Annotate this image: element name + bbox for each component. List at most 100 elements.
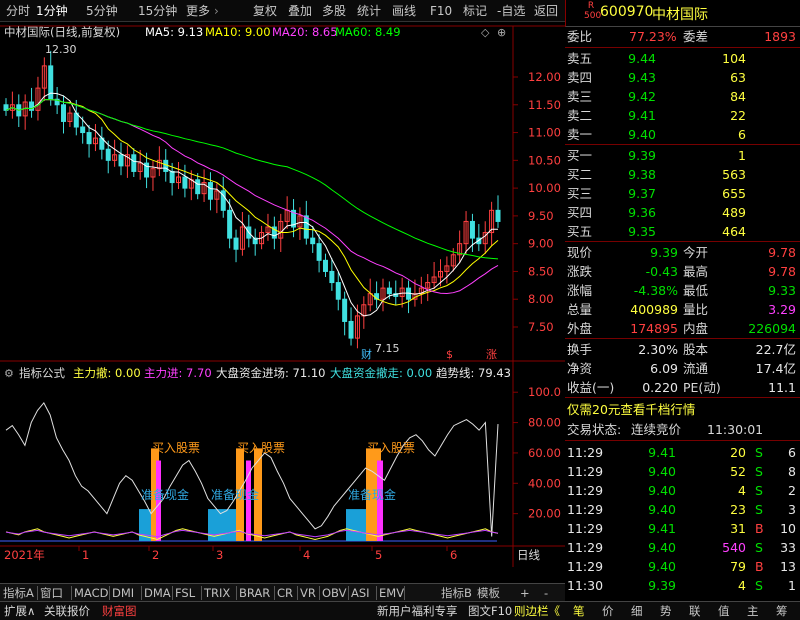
- indicator-tab-right[interactable]: 模板: [477, 584, 500, 602]
- tick-time: 11:29: [567, 502, 604, 517]
- tick-volume: 31: [730, 521, 746, 536]
- tick-count: 13: [780, 559, 796, 574]
- tab-separator: [172, 586, 173, 600]
- indicator-tab-right[interactable]: 指标B: [441, 584, 472, 602]
- candle-body: [322, 259, 328, 272]
- tick-count: 2: [788, 483, 796, 498]
- candle-body: [335, 282, 341, 300]
- indicator-tab[interactable]: BRAR: [239, 584, 270, 602]
- divider: [565, 338, 800, 339]
- candle-body: [118, 154, 124, 167]
- panel-row: 买五 9.35 464: [565, 222, 800, 241]
- indicator-tab[interactable]: CR: [277, 584, 293, 602]
- tab-separator: [376, 586, 377, 600]
- quote-side-tab[interactable]: 笔: [573, 602, 585, 620]
- zoom-icon[interactable]: ⊕: [497, 26, 506, 39]
- tab-more[interactable]: 更多: [186, 0, 210, 22]
- indicator-tab[interactable]: 窗口: [40, 584, 63, 602]
- panel-row: 11:29 9.41 31 B 10: [565, 519, 800, 538]
- tab-separator: [348, 586, 349, 600]
- candle-body: [303, 215, 309, 239]
- quote-side-tab[interactable]: 主: [747, 602, 759, 620]
- settings-icon[interactable]: ◇: [481, 26, 490, 39]
- add-favorite-button[interactable]: -自选: [497, 0, 525, 22]
- quote-side-tab[interactable]: 势: [660, 602, 672, 620]
- panel-row: 卖四 9.43 63: [565, 68, 800, 87]
- indicator-tab[interactable]: ASI: [351, 584, 370, 602]
- status-tab[interactable]: 财富图: [102, 602, 137, 620]
- more-arrow-icon[interactable]: ›: [214, 0, 219, 22]
- indicator-settings-icon[interactable]: ⚙: [4, 367, 14, 380]
- adjust-button[interactable]: 复权: [253, 0, 277, 22]
- indicator-tab-right[interactable]: -: [544, 584, 548, 602]
- panel-row: 卖二 9.41 22: [565, 106, 800, 125]
- wei-bi-row: 委比 77.23% 委差 1893: [565, 27, 800, 46]
- buy-level-label: 买三: [567, 186, 593, 201]
- quote-side-tab[interactable]: 值: [718, 602, 730, 620]
- indicator-tab[interactable]: DMI: [112, 584, 134, 602]
- month-label: 6: [450, 548, 457, 562]
- f10-button[interactable]: F10: [430, 0, 452, 22]
- indicator-tab[interactable]: 指标A: [3, 584, 34, 602]
- panel-row: 11:29 9.40 540 S 33: [565, 538, 800, 557]
- panel-row: 净资 6.09 流通 17.4亿: [565, 359, 800, 378]
- event-marker[interactable]: 财: [361, 347, 372, 361]
- indicator-tab[interactable]: DMA: [144, 584, 171, 602]
- quote-side-tab[interactable]: 价: [602, 602, 614, 620]
- tab-separator: [404, 586, 405, 600]
- price-tick-label: 9.50: [528, 209, 554, 223]
- indicator-tab[interactable]: EMV: [379, 584, 404, 602]
- event-marker[interactable]: $: [446, 348, 453, 361]
- status-link[interactable]: 新用户福利专享: [377, 602, 458, 620]
- indicator-name[interactable]: 指标公式: [19, 366, 65, 380]
- panel-row: 卖三 9.42 84: [565, 87, 800, 106]
- status-link[interactable]: 图文F10: [468, 602, 512, 620]
- indicator-tab[interactable]: TRIX: [204, 584, 230, 602]
- fin-label: 股本: [683, 342, 709, 357]
- indicator-tab[interactable]: MACD: [74, 584, 108, 602]
- quote-side-tab[interactable]: 筹: [776, 602, 788, 620]
- tick-count: 3: [788, 502, 796, 517]
- tab-1min[interactable]: 1分钟: [36, 0, 68, 22]
- divider: [565, 47, 800, 48]
- divider: [565, 440, 800, 441]
- price-tick-label: 7.50: [528, 320, 554, 334]
- status-tab[interactable]: 关联报价: [44, 602, 90, 620]
- panel-row: 收益(一) 0.220 PE(动) 11.1: [565, 378, 800, 397]
- status-link[interactable]: 则边栏《: [514, 602, 560, 620]
- tab-15min[interactable]: 15分钟: [138, 0, 177, 22]
- event-marker[interactable]: 涨: [486, 348, 497, 361]
- sell-price: 9.43: [628, 70, 656, 85]
- month-label: 3: [216, 548, 223, 562]
- draw-line-button[interactable]: 画线: [392, 0, 416, 22]
- quote-side-tab[interactable]: 细: [631, 602, 643, 620]
- buy-price: 9.39: [628, 148, 656, 163]
- multi-stock-button[interactable]: 多股: [322, 0, 346, 22]
- stats-button[interactable]: 统计: [357, 0, 381, 22]
- sell-volume: 84: [730, 89, 746, 104]
- candle-body: [105, 148, 111, 161]
- indicator-tab-right[interactable]: +: [520, 584, 530, 602]
- indicator-value-label: 趋势线: 79.43: [436, 366, 511, 380]
- status-tab[interactable]: 扩展∧: [4, 602, 35, 620]
- tab-separator: [71, 586, 72, 600]
- mark-button[interactable]: 标记: [463, 0, 487, 22]
- indicator-tab[interactable]: FSL: [175, 584, 195, 602]
- wei-bi-label: 委比: [567, 29, 593, 44]
- period-label[interactable]: 日线: [517, 548, 540, 562]
- buy-volume: 1: [738, 148, 746, 163]
- panel-row: 买二 9.38 563: [565, 165, 800, 184]
- tab-5min[interactable]: 5分钟: [86, 0, 118, 22]
- tab-intraday[interactable]: 分时: [6, 0, 30, 22]
- tab-separator: [141, 586, 142, 600]
- indicator-tab[interactable]: VR: [300, 584, 316, 602]
- back-button[interactable]: 返回: [534, 0, 558, 22]
- indicator-tab[interactable]: OBV: [322, 584, 346, 602]
- tab-separator: [109, 586, 110, 600]
- quote-side-tab[interactable]: 联: [689, 602, 701, 620]
- tick-side: B: [755, 559, 764, 574]
- overlay-button[interactable]: 叠加: [288, 0, 312, 22]
- tick-count: 33: [780, 540, 796, 555]
- promo-link[interactable]: 仅需20元查看千档行情: [567, 400, 800, 419]
- fin-value: 6.09: [650, 361, 678, 376]
